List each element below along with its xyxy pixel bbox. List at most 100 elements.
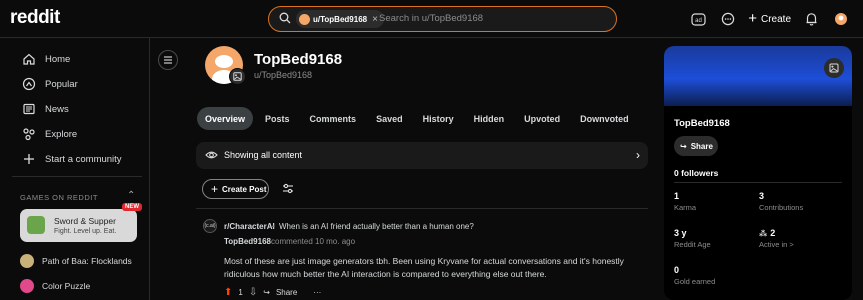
tab-comments[interactable]: Comments [302, 107, 365, 130]
chevron-right-icon: › [636, 148, 640, 162]
card-divider [674, 182, 842, 183]
tab-upvoted[interactable]: Upvoted [516, 107, 568, 130]
tab-downvoted[interactable]: Downvoted [572, 107, 637, 130]
share-icon[interactable]: ↪ [263, 288, 270, 297]
sidebar-item-label: Start a community [45, 153, 122, 165]
tab-posts[interactable]: Posts [257, 107, 298, 130]
tab-saved[interactable]: Saved [368, 107, 411, 130]
comment-score: 1 [238, 288, 243, 297]
explore-icon [23, 128, 35, 141]
active-in-value: ⁂ 2 [759, 228, 775, 238]
active-in-count: 2 [770, 228, 776, 238]
featured-game-card[interactable]: Sword & Supper Fight. Level up. Eat. NEW [20, 203, 142, 242]
profile-display-name: TopBed9168 [254, 51, 343, 68]
reddit-logo[interactable]: reddit [10, 7, 60, 29]
comment-body[interactable]: Most of these are just image generators … [224, 255, 644, 281]
comment-post-title[interactable]: When is an AI friend actually better tha… [279, 222, 474, 231]
tab-history[interactable]: History [415, 107, 462, 130]
image-edit-icon [829, 63, 839, 73]
sidebar-item-label: News [45, 103, 69, 115]
content-filter-bar[interactable]: Showing all content › [196, 142, 648, 169]
search-bar[interactable]: u/TopBed9168 × Search in u/TopBed9168 [268, 6, 617, 32]
game-icon [20, 254, 34, 268]
chat-icon[interactable] [718, 9, 738, 29]
news-icon [23, 103, 35, 115]
share-button[interactable]: Share [276, 288, 297, 297]
game-item[interactable]: Path of Baa: Flocklands [20, 254, 132, 268]
sidebar-item-label: Home [45, 53, 71, 65]
svg-text:ad: ad [695, 18, 702, 24]
profile-handle: u/TopBed9168 [254, 70, 313, 80]
profile-card-name: TopBed9168 [674, 118, 730, 129]
profile-banner [664, 46, 852, 106]
popular-icon [22, 77, 36, 91]
menu-icon [164, 56, 172, 64]
user-avatar-mini [299, 13, 310, 25]
game-title: Sword & Supper [54, 216, 116, 226]
new-badge: NEW [122, 203, 142, 211]
sidebar-item-label: Explore [45, 128, 78, 140]
contributions-value: 3 [759, 191, 765, 201]
profile-share-button[interactable]: ↪ Share [674, 136, 718, 156]
sidebar-item-popular[interactable]: Popular [22, 77, 78, 91]
left-sidebar: Home Popular News Explore Start a commun… [0, 38, 150, 300]
profile-card: TopBed9168 ↪ Share 0 followers 1 Karma 3… [664, 46, 852, 300]
avatar-head [215, 55, 233, 68]
create-button[interactable]: + Create [748, 10, 791, 27]
reddit-age-label: Reddit Age [674, 240, 711, 249]
comment-timestamp: commented 10 mo. ago [271, 237, 356, 246]
community-icon: ⁂ [759, 228, 768, 238]
top-bar: reddit u/TopBed9168 × Search in u/TopBed… [0, 0, 863, 38]
game-icon [20, 279, 34, 293]
create-post-button[interactable]: + Create Post [202, 179, 269, 199]
contributions-label: Contributions [759, 203, 804, 212]
gold-label: Gold earned [674, 277, 716, 286]
chevron-up-icon[interactable]: ⌃ [127, 190, 135, 201]
close-icon[interactable]: × [372, 14, 378, 25]
more-options-button[interactable]: ··· [313, 288, 321, 297]
comment-subreddit[interactable]: r/CharacterAI [224, 222, 275, 231]
sidebar-item-label: Popular [45, 78, 78, 90]
profile-tabs: Overview Posts Comments Saved History Hi… [197, 107, 641, 130]
edit-banner-button[interactable] [824, 58, 844, 78]
sidebar-divider [12, 176, 142, 177]
reddit-age-value: 3 y [674, 228, 687, 238]
image-edit-icon [233, 72, 242, 81]
search-scope-chip[interactable]: u/TopBed9168 × [296, 10, 384, 28]
header-actions: ad + Create [688, 0, 851, 38]
plus-icon [24, 154, 34, 164]
user-avatar[interactable] [831, 9, 851, 29]
collapse-sidebar-button[interactable] [158, 50, 178, 70]
sidebar-item-home[interactable]: Home [22, 52, 70, 66]
sort-options-icon[interactable] [281, 182, 295, 195]
advertise-icon[interactable]: ad [688, 9, 708, 29]
downvote-icon[interactable]: ⇩ [249, 287, 257, 298]
upvote-icon[interactable]: ⬆ [224, 287, 232, 298]
karma-label: Karma [674, 203, 697, 212]
search-input[interactable]: Search in u/TopBed9168 [379, 13, 483, 24]
notifications-bell-icon[interactable] [801, 9, 821, 29]
edit-avatar-button[interactable] [229, 68, 246, 85]
sidebar-item-news[interactable]: News [22, 102, 69, 116]
sidebar-item-explore[interactable]: Explore [22, 127, 77, 141]
subreddit-icon[interactable]: (c.ai) [203, 219, 217, 233]
share-icon: ↪ [680, 141, 687, 151]
gold-value: 0 [674, 265, 680, 275]
feed-divider [196, 208, 648, 209]
game-label: Path of Baa: Flocklands [42, 256, 132, 266]
eye-icon [205, 151, 218, 159]
followers-count[interactable]: 0 followers [674, 168, 718, 178]
game-item[interactable]: Color Puzzle [20, 279, 90, 293]
plus-icon: + [748, 10, 757, 27]
games-section-heading: GAMES ON REDDIT [20, 193, 98, 202]
comment-author[interactable]: TopBed9168 [224, 237, 271, 246]
plus-icon: + [211, 182, 219, 196]
sidebar-item-start-community[interactable]: Start a community [22, 152, 122, 166]
game-subtitle: Fight. Level up. Eat. [54, 228, 117, 235]
create-label: Create [760, 13, 791, 25]
separator-bullet: • [272, 222, 275, 231]
comment-actions: ⬆ 1 ⇩ ↪ Share ··· [224, 287, 321, 298]
tab-overview[interactable]: Overview [197, 107, 254, 130]
tab-hidden[interactable]: Hidden [466, 107, 513, 130]
active-in-link[interactable]: Active in > [759, 240, 794, 249]
